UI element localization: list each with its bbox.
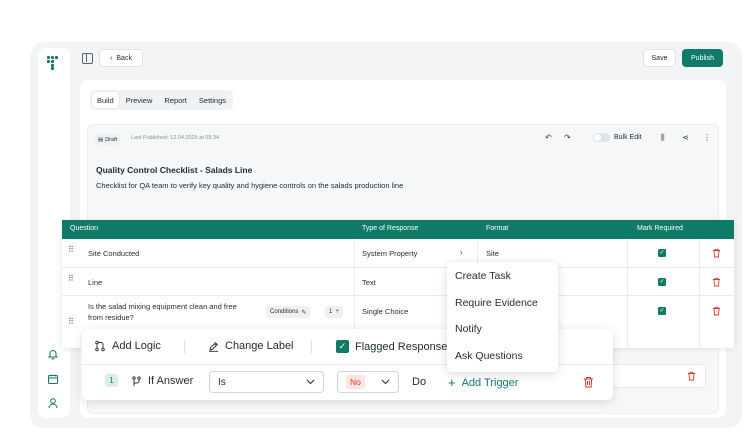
table-header: Question Type of Response Format Mark Re… (62, 220, 734, 239)
branch-pill[interactable]: 1 ⑂ (325, 306, 343, 318)
conditions-pill[interactable]: Conditions ✎ (266, 306, 311, 318)
menu-item-notify[interactable]: Notify (455, 323, 482, 335)
app-logo-icon (47, 56, 61, 70)
branch-icon (131, 375, 142, 387)
operator-value: Is (218, 376, 226, 388)
menu-item-ask-questions[interactable]: Ask Questions (455, 350, 523, 362)
answer-select[interactable]: No (337, 371, 399, 393)
required-checkbox[interactable]: ✓ (658, 278, 666, 286)
background-row (612, 364, 706, 388)
add-logic-label: Add Logic (112, 340, 161, 352)
calendar-icon[interactable] (47, 373, 61, 387)
menu-item-require-evidence[interactable]: Require Evidence (455, 297, 538, 309)
chevron-left-icon: ‹ (110, 54, 113, 62)
form-description: Checklist for QA team to verify key qual… (96, 181, 404, 190)
type-cell[interactable]: System Property (362, 249, 417, 258)
flagged-checkbox[interactable]: ✓ (336, 340, 349, 353)
trash-icon[interactable] (687, 371, 696, 381)
last-published: Last Published: 12.04.2025 at 08:34 (131, 135, 220, 141)
toggle-sidebar-icon[interactable] (82, 53, 93, 64)
trash-icon[interactable] (712, 248, 721, 258)
tab-build[interactable]: Build (92, 92, 119, 108)
pencil-icon (208, 341, 219, 352)
chevron-right-icon[interactable]: › (460, 248, 463, 257)
tab-preview[interactable]: Preview (121, 92, 158, 108)
column-header: Mark Required (637, 225, 683, 232)
tab-bar: Build Preview Report Settings (90, 90, 233, 110)
drag-handle-icon[interactable]: ⠿ (68, 318, 74, 328)
add-trigger-label: Add Trigger (461, 376, 519, 389)
required-checkbox[interactable]: ✓ (658, 249, 666, 257)
tab-settings[interactable]: Settings (194, 92, 231, 108)
change-label-button[interactable]: Change Label (208, 340, 294, 352)
drag-handle-icon[interactable]: ⠿ (68, 246, 74, 256)
column-header: Type of Response (362, 225, 419, 232)
operator-select[interactable]: Is (209, 371, 324, 393)
chevron-down-icon (306, 379, 315, 385)
column-header: Format (486, 225, 509, 232)
bulk-edit-label: Bulk Edit (614, 134, 642, 141)
form-title: Quality Control Checklist - Salads Line (96, 165, 253, 175)
add-trigger-button[interactable]: + Add Trigger (448, 375, 518, 390)
share-icon[interactable]: ⋖ (682, 133, 689, 142)
plus-icon: + (448, 375, 456, 390)
redo-icon[interactable]: ↷ (564, 133, 571, 142)
trash-icon[interactable] (712, 277, 721, 287)
question-line: from residue? (88, 313, 134, 322)
table-row[interactable]: ⠿ Line Text ✓ (62, 268, 734, 296)
trigger-menu: Create Task Require Evidence Notify Ask … (447, 262, 558, 372)
columns-icon[interactable]: ⫼ (661, 133, 665, 143)
branch-count: 1 (329, 309, 333, 315)
change-label-label: Change Label (225, 340, 294, 352)
question-cell: Is the salad mixing equipment clean and … (88, 301, 268, 323)
question-cell: Line (88, 278, 103, 287)
flagged-responses-toggle[interactable]: ✓ Flagged Responses (336, 340, 453, 353)
if-answer-label: If Answer (131, 375, 193, 387)
trash-icon[interactable] (712, 306, 721, 316)
if-answer-text: If Answer (148, 375, 194, 387)
do-label: Do (412, 376, 427, 388)
user-icon[interactable] (47, 397, 61, 411)
status-badge: ▤ Draft (95, 134, 121, 145)
trash-icon[interactable] (583, 376, 594, 388)
column-header: Question (70, 225, 99, 232)
drag-handle-icon[interactable]: ⠿ (68, 275, 74, 285)
bell-icon[interactable] (47, 348, 61, 362)
question-line: Is the salad mixing equipment clean and … (88, 302, 237, 311)
edit-icon: ✎ (301, 309, 307, 316)
table-row[interactable]: ⠿ Site Conducted System Property › Site … (62, 239, 734, 268)
status-label: Draft (105, 136, 118, 143)
save-button[interactable]: Save (643, 49, 676, 67)
flagged-label: Flagged Responses (355, 340, 453, 353)
format-cell[interactable]: Site (486, 249, 499, 258)
top-bar: ‹ Back Save Publish (78, 47, 725, 71)
publish-button[interactable]: Publish (682, 49, 723, 67)
add-logic-button[interactable]: Add Logic (94, 340, 161, 352)
type-cell[interactable]: Text (362, 278, 376, 287)
rule-index-badge: 1 (105, 374, 118, 387)
type-cell[interactable]: Single Choice (362, 307, 408, 316)
back-button[interactable]: ‹ Back (99, 49, 143, 67)
logic-icon (94, 340, 106, 352)
conditions-label: Conditions (270, 309, 299, 315)
undo-icon[interactable]: ↶ (545, 133, 552, 142)
chevron-down-icon (381, 379, 390, 385)
branch-icon: ⑂ (335, 309, 339, 315)
question-cell: Site Conducted (88, 249, 140, 258)
more-icon[interactable]: ⋮ (703, 133, 711, 142)
document-icon: ▤ (98, 136, 104, 143)
back-label: Back (116, 54, 132, 62)
answer-value: No (346, 375, 365, 389)
tab-report[interactable]: Report (159, 92, 192, 108)
required-checkbox[interactable]: ✓ (658, 307, 666, 315)
bulk-edit-toggle[interactable] (593, 133, 610, 142)
menu-item-create-task[interactable]: Create Task (455, 270, 511, 282)
